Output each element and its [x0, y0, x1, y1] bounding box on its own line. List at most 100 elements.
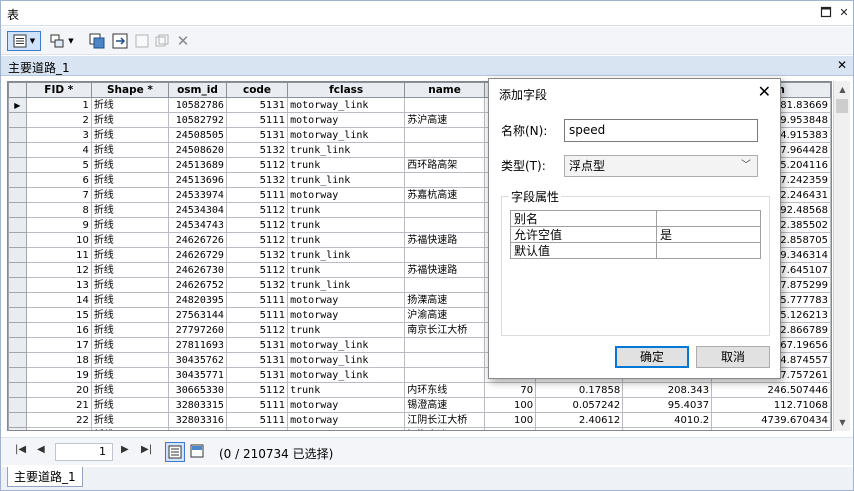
table-cell[interactable]: 5112	[225, 202, 289, 218]
table-cell[interactable]: 15	[25, 307, 92, 323]
table-cell[interactable]: 100	[483, 427, 537, 430]
table-cell[interactable]: 6	[25, 172, 92, 188]
table-cell[interactable]: motorway_link	[287, 367, 406, 383]
table-cell[interactable]: 5112	[225, 382, 289, 398]
row-selector[interactable]	[8, 157, 27, 173]
table-cell[interactable]: 14	[25, 292, 92, 308]
row-selector[interactable]	[8, 337, 27, 353]
table-cell[interactable]: 95.4037	[622, 397, 713, 413]
table-cell[interactable]: 5111	[225, 292, 289, 308]
table-cell[interactable]: 5132	[225, 142, 289, 158]
row-selector[interactable]	[8, 172, 27, 188]
table-cell[interactable]: trunk_link	[287, 247, 406, 263]
ok-button[interactable]: 确定	[615, 346, 689, 368]
table-cell[interactable]: 折线	[90, 397, 170, 413]
row-selector[interactable]	[8, 262, 27, 278]
table-cell[interactable]: 24626726	[168, 232, 227, 248]
table-options-button[interactable]: ▼	[7, 31, 41, 51]
table-cell[interactable]: 9	[25, 217, 92, 233]
table-cell[interactable]: 江海高速	[404, 427, 485, 430]
column-header[interactable]: Shape *	[90, 82, 170, 98]
row-selector[interactable]	[8, 352, 27, 368]
table-tab[interactable]: 主要道路_1	[7, 467, 83, 487]
table-cell[interactable]: 折线	[90, 97, 170, 113]
row-selector[interactable]	[8, 187, 27, 203]
table-cell[interactable]: 内环东线	[404, 382, 485, 398]
row-selector[interactable]	[8, 142, 27, 158]
table-cell[interactable]: 折线	[90, 352, 170, 368]
row-selector[interactable]	[8, 202, 27, 218]
show-selected-records-button[interactable]	[188, 442, 208, 462]
row-selector[interactable]	[8, 322, 27, 338]
table-cell[interactable]: 5131	[225, 127, 289, 143]
next-record-icon[interactable]: ▶	[121, 444, 129, 455]
scroll-down-icon[interactable]: ▼	[834, 414, 851, 431]
table-cell[interactable]: 折线	[90, 112, 170, 128]
table-cell[interactable]: 折线	[90, 142, 170, 158]
table-cell[interactable]: 4010.2	[622, 412, 713, 428]
table-cell[interactable]: 5111	[225, 112, 289, 128]
table-cell[interactable]	[404, 352, 485, 368]
table-cell[interactable]: motorway_link	[287, 127, 406, 143]
scrollbar-thumb[interactable]	[836, 99, 848, 113]
table-cell[interactable]: trunk_link	[287, 172, 406, 188]
table-cell[interactable]: 5131	[225, 97, 289, 113]
table-row[interactable]: 23折线328033175111motorway江海高速1000.2564684…	[8, 427, 831, 430]
property-value[interactable]: 是	[656, 226, 761, 243]
restore-icon[interactable]	[819, 6, 833, 20]
table-cell[interactable]: 10582792	[168, 112, 227, 128]
table-cell[interactable]: 5131	[225, 352, 289, 368]
row-selector[interactable]	[8, 127, 27, 143]
table-cell[interactable]: 折线	[90, 277, 170, 293]
table-row[interactable]: 22 折线 32803316 5111 motorway 江阴长江大桥 100 2.40612…	[8, 412, 831, 428]
table-cell[interactable]: trunk_link	[287, 142, 406, 158]
table-cell[interactable]: 19	[25, 367, 92, 383]
table-cell[interactable]: 折线	[90, 412, 170, 428]
table-cell[interactable]: 0.17858	[535, 382, 624, 398]
table-cell[interactable]: 22	[25, 412, 92, 428]
table-cell[interactable]: 5112	[225, 217, 289, 233]
table-row[interactable]: 21 折线 32803315 5111 motorway 锡澄高速 100 0.057242 9…	[8, 397, 831, 413]
table-cell[interactable]: motorway_link	[287, 97, 406, 113]
row-selector[interactable]	[8, 277, 27, 293]
table-cell[interactable]: 5111	[225, 187, 289, 203]
zoom-to-selected-button[interactable]	[154, 31, 170, 51]
table-cell[interactable]: 246.507446	[711, 382, 831, 398]
row-selector[interactable]	[8, 112, 27, 128]
table-cell[interactable]: 27797260	[168, 322, 227, 338]
close-tab-icon[interactable]: ✕	[837, 58, 847, 72]
table-cell[interactable]: 30435762	[168, 352, 227, 368]
property-value[interactable]	[656, 210, 761, 227]
table-cell[interactable]: 0.057242	[535, 397, 624, 413]
table-cell[interactable]: 24513689	[168, 157, 227, 173]
column-header[interactable]: code	[225, 82, 289, 98]
close-icon[interactable]: ✕	[837, 6, 851, 20]
table-cell[interactable]	[404, 217, 485, 233]
table-cell[interactable]: trunk	[287, 217, 406, 233]
table-cell[interactable]: 折线	[90, 382, 170, 398]
table-cell[interactable]	[404, 277, 485, 293]
table-cell[interactable]: motorway	[287, 292, 406, 308]
table-cell[interactable]: 苏福快速路	[404, 232, 485, 248]
row-selector[interactable]	[8, 217, 27, 233]
table-cell[interactable]: 2	[25, 112, 92, 128]
cancel-button[interactable]: 取消	[696, 346, 770, 368]
table-cell[interactable]: 10582786	[168, 97, 227, 113]
show-all-records-button[interactable]	[165, 442, 185, 462]
table-cell[interactable]: 南京长江大桥	[404, 322, 485, 338]
table-cell[interactable]	[404, 172, 485, 188]
table-cell[interactable]	[404, 97, 485, 113]
table-cell[interactable]: 24820395	[168, 292, 227, 308]
table-cell[interactable]: motorway	[287, 187, 406, 203]
table-cell[interactable]: 折线	[90, 172, 170, 188]
table-cell[interactable]: 24534743	[168, 217, 227, 233]
clear-selection-button[interactable]	[134, 31, 150, 51]
first-record-icon[interactable]: |◀	[15, 444, 26, 455]
table-cell[interactable]: 折线	[90, 202, 170, 218]
table-cell[interactable]: 5112	[225, 262, 289, 278]
table-cell[interactable]	[404, 367, 485, 383]
table-cell[interactable]: 折线	[90, 217, 170, 233]
table-cell[interactable]: 折线	[90, 247, 170, 263]
table-cell[interactable]: 27811693	[168, 337, 227, 353]
table-cell[interactable]: 2.40612	[535, 412, 624, 428]
